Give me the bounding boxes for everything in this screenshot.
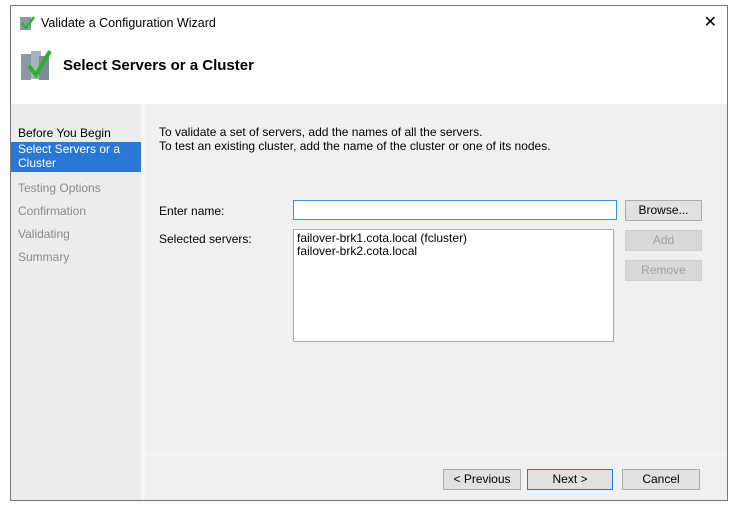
close-icon[interactable]: ✕ [704,12,717,32]
title-bar: Validate a Configuration Wizard [19,15,216,31]
selected-servers-label: Selected servers: [159,232,252,246]
wizard-steps: Before You Begin Select Servers or a Clu… [11,104,145,500]
page-title: Select Servers or a Cluster [63,56,254,74]
browse-button[interactable]: Browse... [625,200,702,221]
list-item[interactable]: failover-brk2.cota.local [297,245,610,258]
enter-name-input[interactable] [293,200,617,220]
next-button[interactable]: Next > [527,469,613,490]
cancel-button[interactable]: Cancel [622,469,700,490]
enter-name-label: Enter name: [159,204,225,218]
intro-text-1: To validate a set of servers, add the na… [159,125,483,139]
wizard-large-icon [21,49,52,80]
add-button[interactable]: Add [625,230,702,251]
selected-servers-list[interactable]: failover-brk1.cota.local (fcluster) fail… [293,229,614,342]
step-confirmation: Confirmation [18,204,87,218]
wizard-icon [20,16,35,31]
step-select-servers[interactable]: Select Servers or a Cluster [11,142,141,172]
step-before-you-begin[interactable]: Before You Begin [11,126,141,142]
window-title: Validate a Configuration Wizard [41,16,216,30]
footer-divider [145,454,727,455]
step-validating: Validating [18,227,70,241]
page-header: Select Servers or a Cluster [19,48,254,82]
step-summary: Summary [18,250,70,264]
previous-button[interactable]: < Previous [443,469,521,490]
wizard-window: Validate a Configuration Wizard ✕ Select… [10,5,728,501]
step-testing-options: Testing Options [18,181,101,195]
remove-button[interactable]: Remove [625,260,702,281]
intro-text-2: To test an existing cluster, add the nam… [159,139,551,153]
